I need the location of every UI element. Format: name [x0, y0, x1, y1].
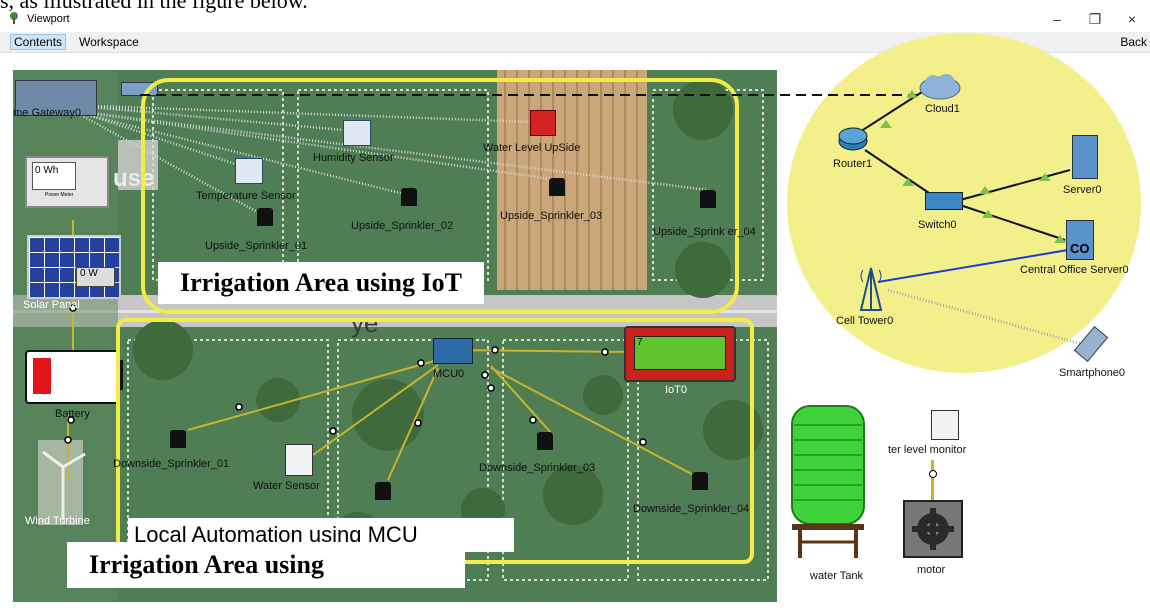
switch-label: Switch0	[918, 219, 957, 231]
central-office-icon[interactable]: CO	[1066, 220, 1094, 260]
motor-label: motor	[917, 564, 946, 576]
cell-tower-icon[interactable]	[856, 262, 886, 312]
central-office-badge: CO	[1070, 241, 1090, 256]
water-level-monitor-label: ter level monitor	[888, 444, 967, 456]
switch-icon[interactable]	[925, 192, 963, 210]
smartphone-label: Smartphone0	[1059, 367, 1126, 379]
server-icon[interactable]	[1072, 135, 1098, 179]
cloud-icon[interactable]	[918, 70, 962, 102]
monitor-motor-link	[931, 460, 934, 505]
server-label: Server0	[1063, 184, 1102, 196]
water-tank-icon[interactable]	[788, 400, 868, 560]
network-links	[140, 90, 1086, 347]
motor-icon[interactable]	[903, 500, 963, 558]
central-office-label: Central Office Server0	[1020, 264, 1129, 276]
router-label: Router1	[833, 158, 873, 170]
monitor-motor-port	[929, 470, 937, 478]
cloud-label: Cloud1	[925, 103, 960, 115]
router-icon[interactable]	[837, 125, 869, 153]
water-tank-label: water Tank	[810, 570, 863, 582]
cell-tower-label: Cell Tower0	[836, 315, 894, 327]
water-level-monitor-icon[interactable]	[931, 410, 959, 440]
